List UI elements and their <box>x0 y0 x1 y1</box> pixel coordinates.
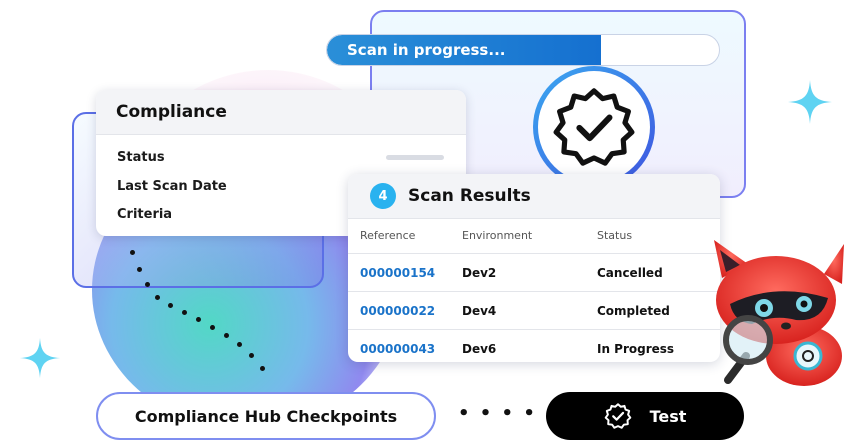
column-status: Status <box>597 229 633 242</box>
connector-dots: • • • • <box>458 403 537 424</box>
compliance-row-status: Status <box>117 150 165 165</box>
environment-cell: Dev4 <box>462 304 497 318</box>
table-row[interactable]: 000000154 Dev2 Cancelled <box>348 254 720 292</box>
column-environment: Environment <box>462 229 533 242</box>
test-label: Test <box>649 406 687 426</box>
compliance-hub-checkpoints-button[interactable]: Compliance Hub Checkpoints <box>96 392 436 440</box>
compliance-row-last-scan-date: Last Scan Date <box>117 179 227 194</box>
verified-badge-icon <box>533 66 655 188</box>
scan-results-card: 4 Scan Results Reference Environment Sta… <box>348 174 720 362</box>
verified-check-icon <box>553 88 635 166</box>
results-count-badge: 4 <box>370 183 396 209</box>
scan-results-title: Scan Results <box>408 186 531 206</box>
table-row[interactable]: 000000043 Dev6 In Progress <box>348 330 720 362</box>
status-cell: Completed <box>597 304 670 318</box>
status-cell: In Progress <box>597 342 675 356</box>
column-reference: Reference <box>360 229 416 242</box>
scan-progress-bar: Scan in progress... <box>326 34 720 66</box>
reference-link[interactable]: 000000043 <box>360 342 435 356</box>
fox-mascot <box>714 240 844 386</box>
reference-link[interactable]: 000000154 <box>360 266 435 280</box>
scan-results-header: 4 Scan Results <box>348 174 720 219</box>
test-button[interactable]: Test <box>546 392 744 440</box>
table-row[interactable]: 000000022 Dev4 Completed <box>348 292 720 330</box>
sparkle-icon <box>19 337 61 379</box>
status-placeholder-bar <box>386 155 444 160</box>
status-cell: Cancelled <box>597 266 663 280</box>
verified-check-icon <box>604 403 631 429</box>
sparkle-icon <box>788 80 832 124</box>
environment-cell: Dev6 <box>462 342 497 356</box>
reference-link[interactable]: 000000022 <box>360 304 435 318</box>
environment-cell: Dev2 <box>462 266 497 280</box>
compliance-hub-label: Compliance Hub Checkpoints <box>134 406 398 426</box>
table-header: Reference Environment Status <box>348 219 720 254</box>
progress-label: Scan in progress... <box>347 41 506 59</box>
compliance-title: Compliance <box>96 90 466 135</box>
compliance-row-criteria: Criteria <box>117 207 173 222</box>
